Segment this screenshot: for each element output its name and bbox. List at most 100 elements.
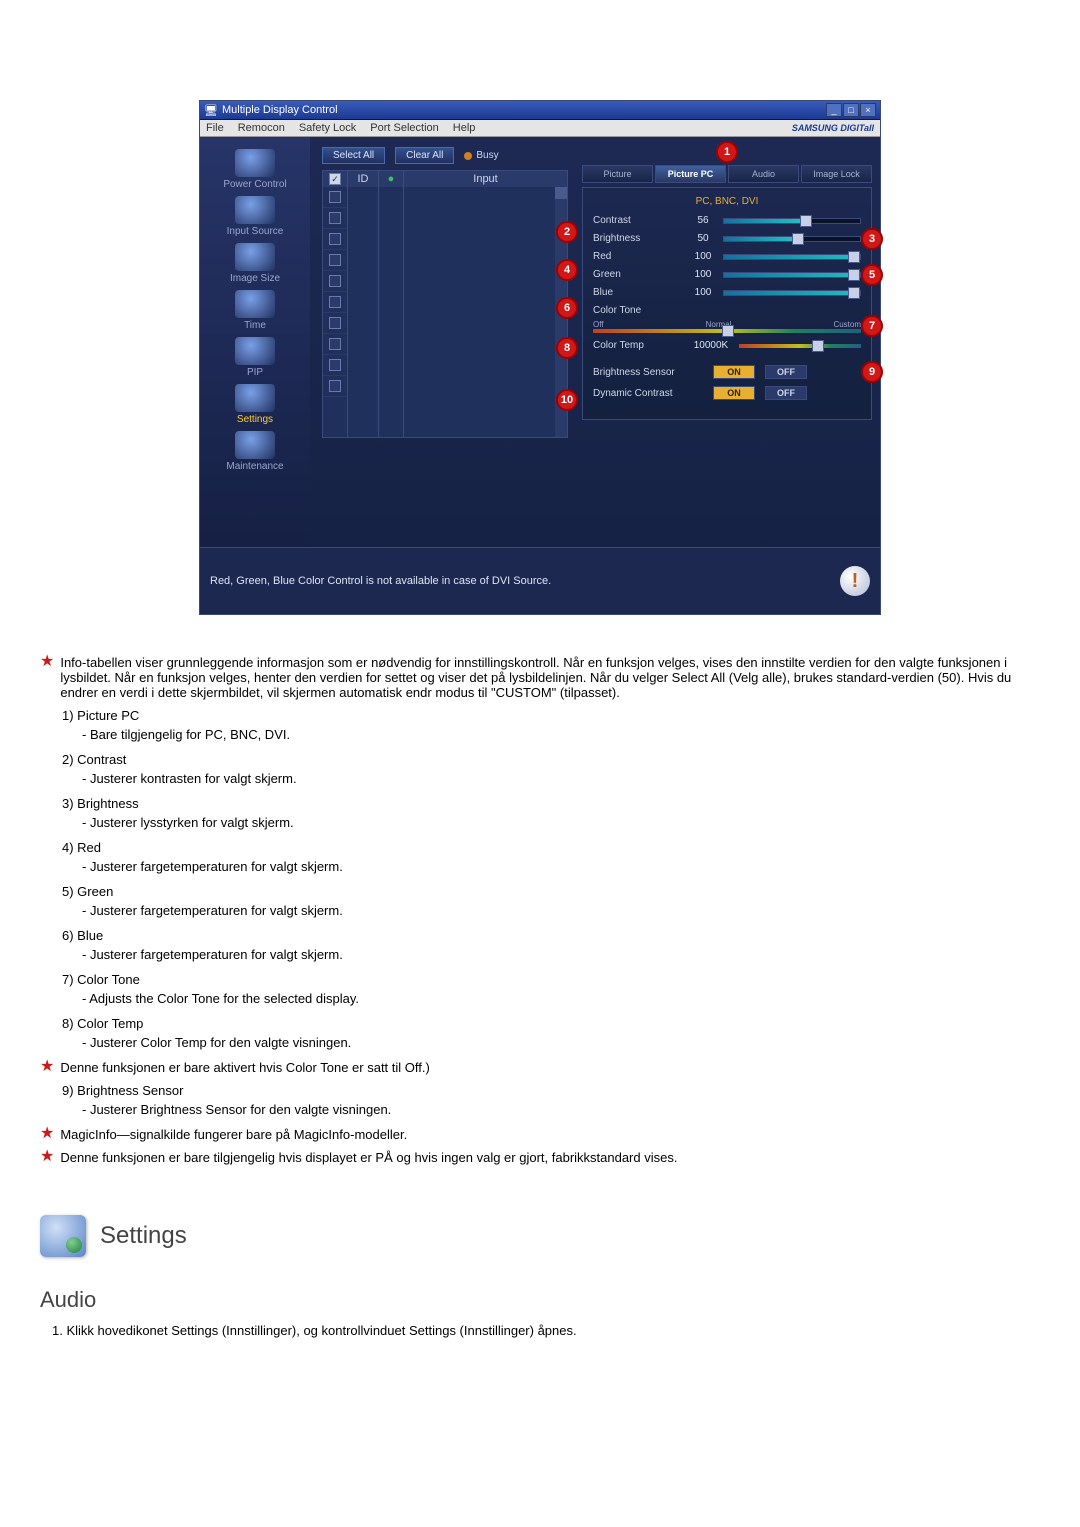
item-5-title: 5) Green (62, 884, 1040, 899)
sidebar-item-label: Time (244, 320, 266, 331)
sidebar-item-input-source[interactable]: Input Source (209, 196, 301, 237)
brand-label: SAMSUNG DIGITall (792, 123, 874, 133)
callout-2: 2 (556, 221, 578, 243)
slider-green[interactable] (723, 272, 861, 278)
slider-brightness[interactable] (723, 236, 861, 242)
tab-audio[interactable]: Audio (728, 165, 799, 183)
label-color-tone: Color Tone (593, 305, 861, 316)
row-checkbox[interactable] (329, 338, 341, 350)
label-brightness-sensor: Brightness Sensor (593, 367, 703, 378)
row-checkbox[interactable] (329, 191, 341, 203)
clear-all-button[interactable]: Clear All (395, 147, 454, 164)
item-2-title: 2) Contrast (62, 752, 1040, 767)
input-icon (235, 196, 275, 224)
callout-7: 7 (861, 315, 883, 337)
row-checkbox[interactable] (329, 380, 341, 392)
tab-picture-pc[interactable]: Picture PC (655, 165, 726, 183)
row-checkbox[interactable] (329, 212, 341, 224)
item-7-desc: Adjusts the Color Tone for the selected … (82, 991, 1040, 1006)
row-checkbox[interactable] (329, 296, 341, 308)
label-color-temp: Color Temp (593, 340, 683, 351)
maximize-button[interactable]: □ (843, 103, 859, 117)
slider-red[interactable] (723, 254, 861, 260)
sidebar-item-label: Maintenance (226, 461, 283, 472)
sidebar-item-pip[interactable]: PIP (209, 337, 301, 378)
close-button[interactable]: × (860, 103, 876, 117)
col-input: Input (404, 171, 567, 187)
audio-heading: Audio (40, 1287, 1040, 1313)
item-1-title: 1) Picture PC (62, 708, 1040, 723)
item-4-title: 4) Red (62, 840, 1040, 855)
item-8-title: 8) Color Temp (62, 1016, 1040, 1031)
busy-icon (464, 152, 472, 160)
settings-section-icon (40, 1215, 86, 1257)
app-title: Multiple Display Control (222, 104, 338, 116)
row-checkbox[interactable] (329, 233, 341, 245)
callout-5: 5 (861, 264, 883, 286)
status-text: Red, Green, Blue Color Control is not av… (210, 575, 551, 587)
app-icon: 🖥 (204, 104, 218, 117)
sidebar-item-time[interactable]: Time (209, 290, 301, 331)
sidebar-item-label: PIP (247, 367, 263, 378)
pip-icon (235, 337, 275, 365)
row-checkbox[interactable] (329, 359, 341, 371)
maintenance-icon (235, 431, 275, 459)
col-status: ● (379, 171, 404, 187)
menu-help[interactable]: Help (453, 122, 476, 134)
note-magicinfo: MagicInfo—signalkilde fungerer bare på M… (60, 1127, 1040, 1142)
brightness-sensor-off[interactable]: OFF (765, 365, 807, 379)
menu-port-selection[interactable]: Port Selection (370, 122, 438, 134)
scroll-up-icon[interactable] (555, 187, 567, 199)
value-brightness: 50 (689, 233, 717, 244)
menu-remocon[interactable]: Remocon (238, 122, 285, 134)
device-list-area: Select All Clear All Busy ✓ ID ● Input (310, 137, 574, 547)
label-green: Green (593, 269, 683, 280)
opt-custom: Custom (833, 320, 861, 329)
sidebar-item-power-control[interactable]: Power Control (209, 149, 301, 190)
callout-8: 8 (556, 337, 578, 359)
dynamic-contrast-on[interactable]: ON (713, 386, 755, 400)
minimize-button[interactable]: _ (826, 103, 842, 117)
slider-color-tone[interactable] (593, 329, 861, 333)
item-1-desc: Bare tilgjengelig for PC, BNC, DVI. (82, 727, 1040, 742)
menu-file[interactable]: File (206, 122, 224, 134)
item-6-desc: Justerer fargetemperaturen for valgt skj… (82, 947, 1040, 962)
panel-subtitle: PC, BNC, DVI (593, 196, 861, 207)
star-icon: ★ (40, 1127, 54, 1140)
label-contrast: Contrast (593, 215, 683, 226)
label-brightness: Brightness (593, 233, 683, 244)
intro-text: Info-tabellen viser grunnleggende inform… (60, 655, 1040, 700)
slider-blue[interactable] (723, 290, 861, 296)
sidebar-item-settings[interactable]: Settings (209, 384, 301, 425)
slider-color-temp[interactable] (739, 344, 861, 348)
menu-safety-lock[interactable]: Safety Lock (299, 122, 356, 134)
sidebar-item-image-size[interactable]: Image Size (209, 243, 301, 284)
doc-body: ★ Info-tabellen viser grunnleggende info… (40, 655, 1040, 1338)
image-size-icon (235, 243, 275, 271)
item-2-desc: Justerer kontrasten for valgt skjerm. (82, 771, 1040, 786)
settings-icon (235, 384, 275, 412)
row-checkbox[interactable] (329, 254, 341, 266)
value-contrast: 56 (689, 215, 717, 226)
callout-4: 4 (556, 259, 578, 281)
sidebar-item-maintenance[interactable]: Maintenance (209, 431, 301, 472)
sidebar: Power Control Input Source Image Size Ti… (200, 137, 310, 547)
item-9-desc: Justerer Brightness Sensor for den valgt… (82, 1102, 1040, 1117)
item-9-title: 9) Brightness Sensor (62, 1083, 1040, 1098)
sidebar-item-label: Power Control (223, 179, 286, 190)
slider-contrast[interactable] (723, 218, 861, 224)
brightness-sensor-on[interactable]: ON (713, 365, 755, 379)
power-icon (235, 149, 275, 177)
col-checkbox[interactable]: ✓ (323, 171, 348, 187)
row-checkbox[interactable] (329, 317, 341, 329)
audio-step-1: 1. Klikk hovedikonet Settings (Innstilli… (52, 1323, 1040, 1338)
busy-indicator: Busy (464, 150, 498, 161)
select-all-button[interactable]: Select All (322, 147, 385, 164)
tab-image-lock[interactable]: Image Lock (801, 165, 872, 183)
menubar: File Remocon Safety Lock Port Selection … (200, 120, 880, 137)
busy-label: Busy (476, 150, 498, 161)
row-checkbox[interactable] (329, 275, 341, 287)
dynamic-contrast-off[interactable]: OFF (765, 386, 807, 400)
tab-picture[interactable]: Picture (582, 165, 653, 183)
value-green: 100 (689, 269, 717, 280)
